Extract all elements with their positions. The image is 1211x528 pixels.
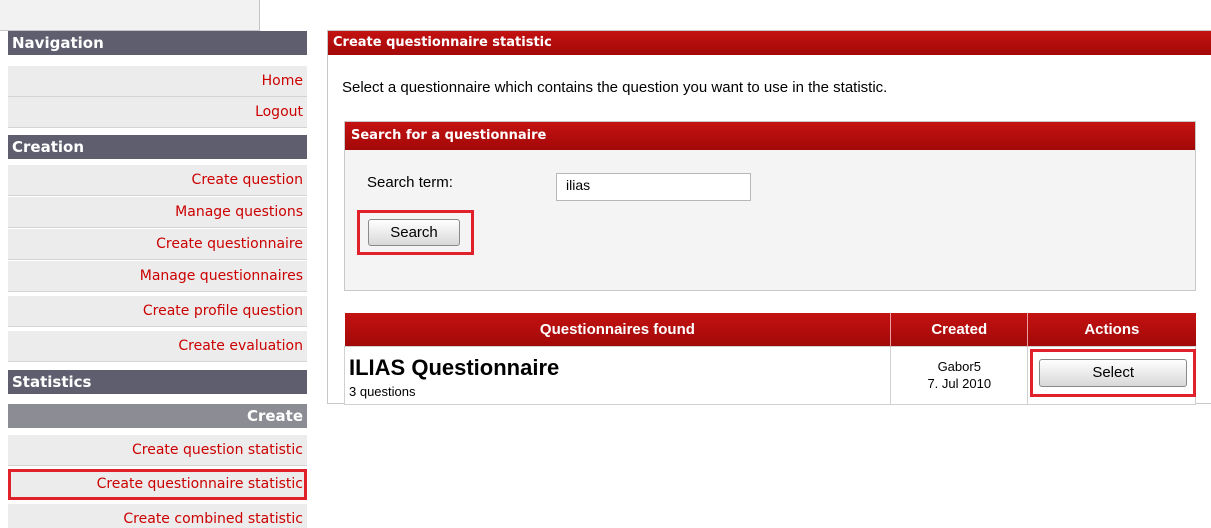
sidebar-item-create-questionnaire-statistic[interactable]: Create questionnaire statistic — [8, 469, 307, 500]
column-header-questionnaires-found[interactable]: Questionnaires found — [344, 313, 892, 346]
search-box-title: Search for a questionnaire — [345, 122, 1195, 150]
nav-header-statistics: Statistics — [8, 370, 307, 394]
nav-header-navigation: Navigation — [8, 31, 307, 55]
sidebar-item-create-question-statistic[interactable]: Create question statistic — [8, 435, 307, 466]
page-title: Create questionnaire statistic — [328, 31, 1211, 55]
main-panel: Create questionnaire statistic Select a … — [327, 30, 1211, 405]
sidebar-item-create-question[interactable]: Create question — [8, 165, 307, 196]
created-author: Gabor5 — [937, 359, 981, 374]
sidebar-item-logout[interactable]: Logout — [8, 97, 307, 128]
search-term-label: Search term: — [367, 174, 453, 191]
results-table: Questionnaires found Created Actions ILI… — [343, 313, 1197, 405]
select-button-highlight: Select — [1030, 348, 1197, 397]
questionnaire-name: ILIAS Questionnaire — [349, 355, 560, 380]
actions-cell: Select — [1027, 345, 1197, 405]
sidebar-item-manage-questionnaires[interactable]: Manage questionnaires — [8, 261, 307, 292]
sidebar-item-create-questionnaire[interactable]: Create questionnaire — [8, 229, 307, 260]
sidebar-item-create-profile-question[interactable]: Create profile question — [8, 296, 307, 327]
search-button[interactable]: Search — [368, 219, 460, 246]
select-button[interactable]: Select — [1039, 358, 1188, 387]
sidebar-item-manage-questions[interactable]: Manage questions — [8, 197, 307, 228]
search-box: Search for a questionnaire Search term: … — [344, 121, 1196, 291]
sidebar-item-create-combined-statistic[interactable]: Create combined statistic — [8, 504, 307, 528]
sidebar-top-bar — [0, 0, 260, 31]
questionnaire-cell: ILIAS Questionnaire 3 questions — [343, 345, 892, 405]
nav-subheader-create: Create — [8, 404, 307, 428]
created-date: 7. Jul 2010 — [927, 376, 992, 391]
table-row: ILIAS Questionnaire 3 questions Gabor5 7… — [343, 345, 1197, 405]
nav-header-creation: Creation — [8, 135, 307, 159]
results-header-row: Questionnaires found Created Actions — [344, 313, 1196, 346]
page-description: Select a questionnaire which contains th… — [342, 79, 888, 96]
questionnaire-question-count: 3 questions — [349, 384, 416, 399]
created-cell: Gabor5 7. Jul 2010 — [890, 345, 1029, 405]
sidebar-item-create-evaluation[interactable]: Create evaluation — [8, 331, 307, 362]
column-header-actions: Actions — [1027, 313, 1196, 346]
column-header-created[interactable]: Created — [890, 313, 1029, 346]
sidebar: Navigation Home Logout Creation Create q… — [0, 0, 311, 528]
search-button-highlight: Search — [357, 210, 474, 255]
sidebar-item-home[interactable]: Home — [8, 66, 307, 97]
search-input[interactable]: ilias — [556, 173, 751, 201]
